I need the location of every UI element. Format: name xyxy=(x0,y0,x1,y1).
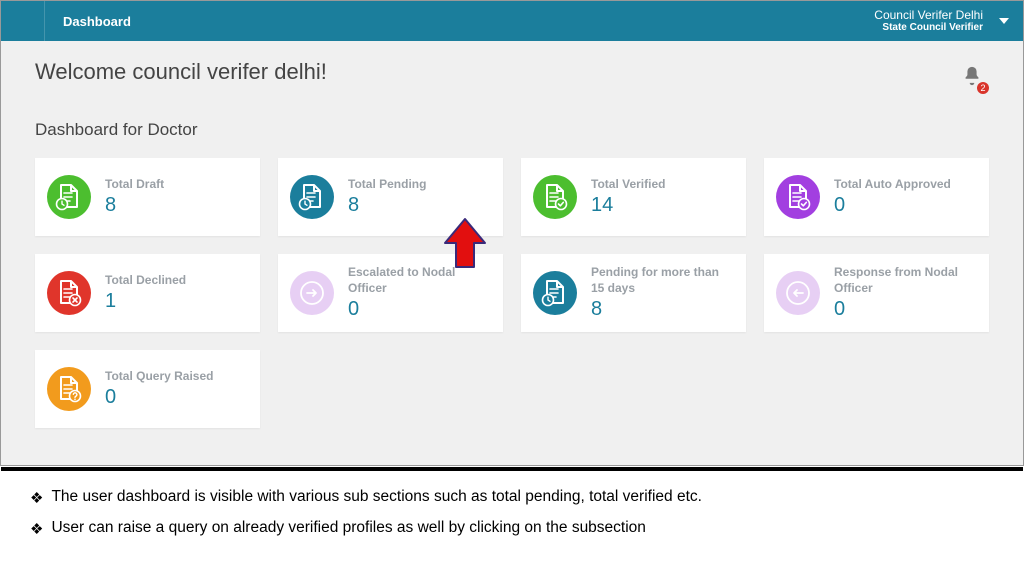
stat-card[interactable]: Total Draft8 xyxy=(35,158,260,236)
stat-card[interactable]: Total Declined1 xyxy=(35,254,260,332)
stat-label: Pending for more than 15 days xyxy=(591,265,734,296)
stat-card[interactable]: Pending for more than 15 days8 xyxy=(521,254,746,332)
doc-clock-icon xyxy=(533,271,577,315)
stat-label: Escalated to Nodal Officer xyxy=(348,265,491,296)
doc-clock-icon xyxy=(290,175,334,219)
app-window: Dashboard Council Verifer Delhi State Co… xyxy=(0,0,1024,466)
stat-label: Total Pending xyxy=(348,177,426,193)
stat-card[interactable]: Total Pending8 xyxy=(278,158,503,236)
menu-toggle[interactable] xyxy=(1,1,45,41)
doc-check-icon xyxy=(776,175,820,219)
notifications-badge: 2 xyxy=(977,82,989,94)
doc-question-icon xyxy=(47,367,91,411)
stat-value: 8 xyxy=(591,297,734,321)
stat-card[interactable]: Response from Nodal Officer0 xyxy=(764,254,989,332)
stat-label: Response from Nodal Officer xyxy=(834,265,977,296)
stat-label: Total Verified xyxy=(591,177,665,193)
stat-label: Total Query Raised xyxy=(105,369,213,385)
notifications-button[interactable]: 2 xyxy=(961,65,983,92)
doc-forward-icon xyxy=(290,271,334,315)
user-menu-caret[interactable] xyxy=(993,18,1023,24)
user-name: Council Verifer Delhi xyxy=(874,8,983,22)
note-text: User can raise a query on already verifi… xyxy=(51,519,645,540)
stat-card[interactable]: Total Auto Approved0 xyxy=(764,158,989,236)
stats-grid: Total Draft8Total Pending8Total Verified… xyxy=(35,158,989,428)
user-role: State Council Verifier xyxy=(874,22,983,34)
note-item: ❖ The user dashboard is visible with var… xyxy=(30,488,994,509)
stat-value: 0 xyxy=(834,297,977,321)
doc-check-icon xyxy=(533,175,577,219)
stat-label: Total Auto Approved xyxy=(834,177,951,193)
stat-value: 1 xyxy=(105,289,186,313)
topbar: Dashboard Council Verifer Delhi State Co… xyxy=(1,1,1023,41)
stat-value: 8 xyxy=(348,193,426,217)
welcome-heading: Welcome council verifer delhi! xyxy=(35,59,961,85)
stat-card[interactable]: Escalated to Nodal Officer0 xyxy=(278,254,503,332)
stat-label: Total Draft xyxy=(105,177,164,193)
section-title: Dashboard for Doctor xyxy=(35,120,989,140)
doc-clock-icon xyxy=(47,175,91,219)
doc-cross-icon xyxy=(47,271,91,315)
note-text: The user dashboard is visible with vario… xyxy=(51,488,702,509)
stat-card[interactable]: Total Verified14 xyxy=(521,158,746,236)
doc-back-icon xyxy=(776,271,820,315)
bullet-icon: ❖ xyxy=(30,519,43,540)
stat-value: 8 xyxy=(105,193,164,217)
user-menu[interactable]: Council Verifer Delhi State Council Veri… xyxy=(874,8,993,34)
stat-value: 0 xyxy=(105,385,213,409)
page-title: Dashboard xyxy=(45,14,874,29)
stat-value: 14 xyxy=(591,193,665,217)
stat-card[interactable]: Total Query Raised0 xyxy=(35,350,260,428)
note-item: ❖ User can raise a query on already veri… xyxy=(30,519,994,540)
stat-value: 0 xyxy=(834,193,951,217)
explanatory-notes: ❖ The user dashboard is visible with var… xyxy=(0,482,1024,556)
bullet-icon: ❖ xyxy=(30,488,43,509)
dashboard-content: Welcome council verifer delhi! 2 Dashboa… xyxy=(1,41,1023,438)
stat-label: Total Declined xyxy=(105,273,186,289)
stat-value: 0 xyxy=(348,297,491,321)
